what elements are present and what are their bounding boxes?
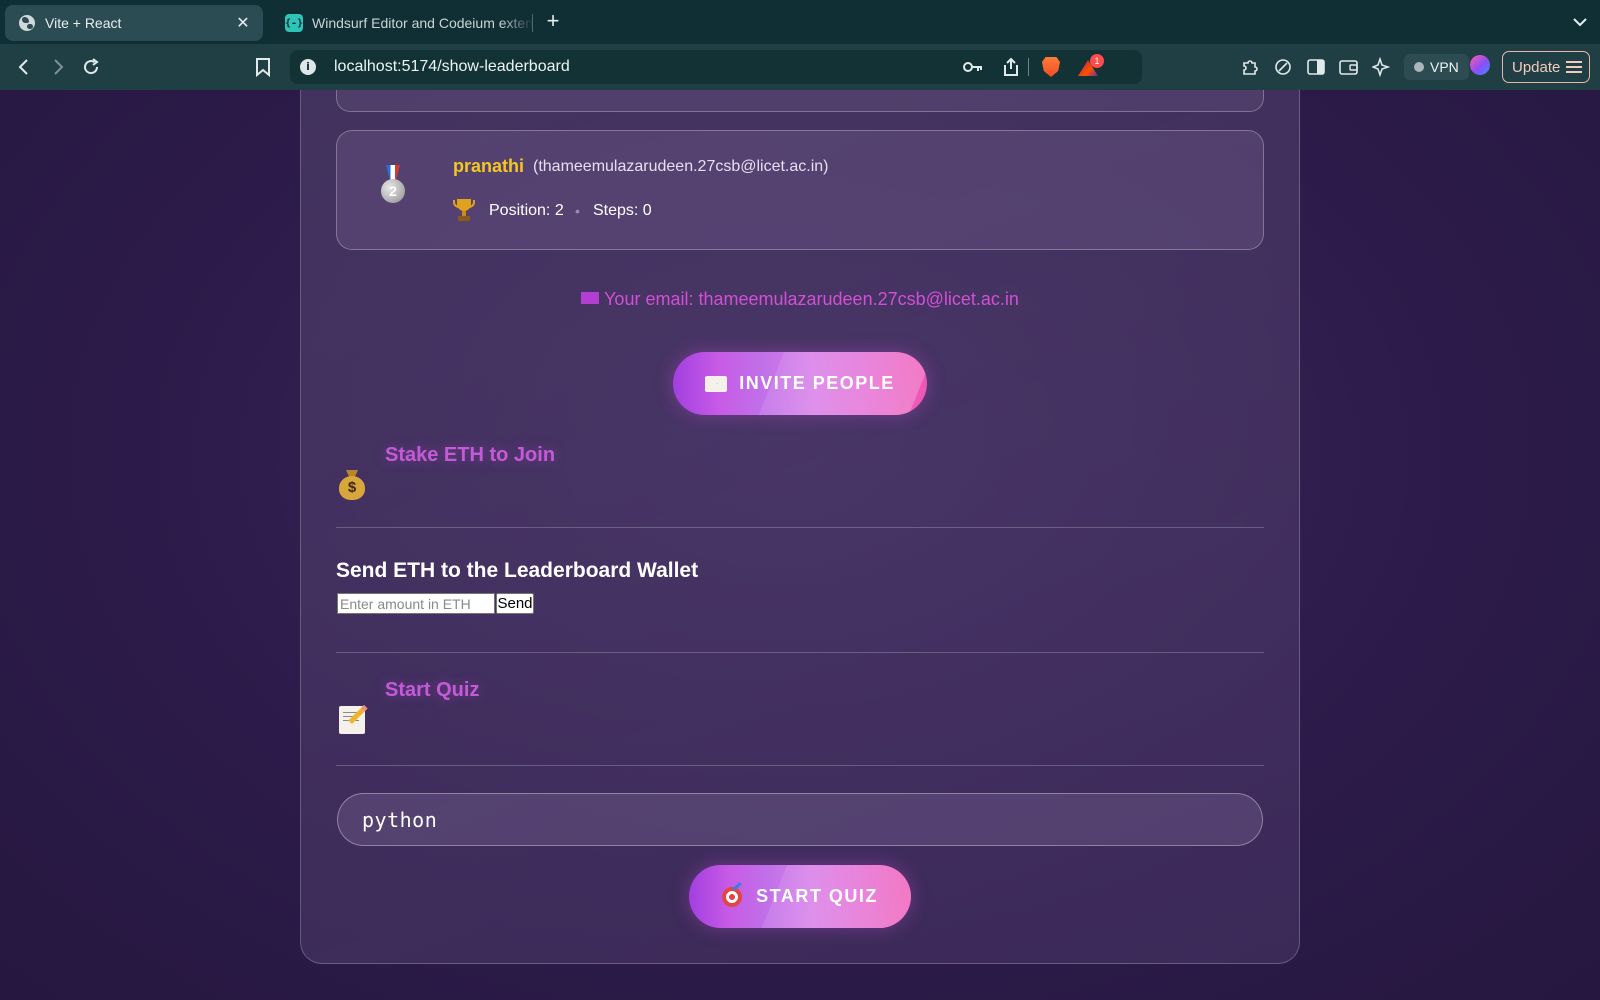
sidebar-toggle-icon[interactable] bbox=[1303, 54, 1329, 80]
vpn-label: VPN bbox=[1430, 59, 1459, 75]
vpn-status-dot-icon bbox=[1414, 62, 1424, 72]
player-steps: Steps: 0 bbox=[593, 202, 652, 219]
memo-icon bbox=[337, 702, 368, 736]
tab-title: Vite + React bbox=[45, 15, 122, 31]
url-bar-divider bbox=[1028, 50, 1029, 84]
section-divider bbox=[336, 652, 1264, 653]
globe-icon bbox=[19, 15, 35, 31]
site-info-icon[interactable]: i bbox=[300, 59, 316, 75]
profile-avatar[interactable] bbox=[1470, 55, 1490, 75]
reload-icon[interactable] bbox=[78, 54, 104, 80]
your-email-text: Your email: thameemulazarudeen.27csb@lic… bbox=[604, 289, 1019, 309]
quiz-topic-input[interactable]: python bbox=[337, 793, 1263, 846]
extensions-puzzle-icon[interactable] bbox=[1237, 54, 1263, 80]
vpn-button[interactable]: VPN bbox=[1404, 54, 1469, 80]
notification-badge: 1 bbox=[1090, 54, 1104, 68]
medal-rank-number: 2 bbox=[381, 179, 405, 203]
invite-button-label: INVITE PEOPLE bbox=[739, 373, 895, 393]
wallet-icon[interactable] bbox=[1336, 54, 1362, 80]
browser-toolbar: i localhost:5174/show-leaderboard 1 VPN bbox=[0, 44, 1600, 90]
bookmark-icon[interactable] bbox=[250, 54, 276, 80]
forward-arrow-icon[interactable] bbox=[45, 54, 71, 80]
key-icon[interactable] bbox=[962, 50, 984, 84]
address-bar[interactable]: i localhost:5174/show-leaderboard 1 bbox=[290, 50, 1142, 84]
envelope-icon bbox=[705, 375, 728, 392]
hamburger-menu-icon bbox=[1566, 61, 1583, 73]
page-viewport: 2 pranathi (thameemulazarudeen.27csb@lic… bbox=[0, 90, 1600, 1000]
back-arrow-icon[interactable] bbox=[11, 54, 37, 80]
stat-separator: • bbox=[575, 203, 580, 219]
update-button[interactable]: Update bbox=[1502, 51, 1590, 83]
sparkle-ai-icon[interactable] bbox=[1369, 54, 1395, 80]
send-button[interactable]: Send bbox=[496, 593, 534, 614]
quiz-section-title: Start Quiz bbox=[385, 679, 480, 701]
update-label: Update bbox=[1512, 58, 1561, 76]
dart-icon bbox=[722, 886, 743, 907]
leaderboard-entry-card: 2 pranathi (thameemulazarudeen.27csb@lic… bbox=[336, 130, 1264, 250]
windsurf-favicon-icon: {-} bbox=[285, 14, 303, 32]
brave-rewards-icon[interactable]: 1 bbox=[1078, 50, 1104, 84]
tab-vite-react[interactable]: Vite + React ✕ bbox=[5, 5, 263, 41]
trophy-icon bbox=[453, 199, 475, 223]
close-icon[interactable]: ✕ bbox=[233, 13, 253, 33]
send-eth-heading: Send ETH to the Leaderboard Wallet bbox=[336, 559, 699, 582]
invite-people-button[interactable]: INVITE PEOPLE bbox=[673, 352, 927, 415]
new-tab-button[interactable]: + bbox=[542, 9, 564, 35]
tab-title: Windsurf Editor and Codeium extensions bbox=[312, 15, 534, 31]
second-place-medal-icon: 2 bbox=[381, 165, 405, 205]
section-divider bbox=[336, 527, 1264, 528]
tab-divider bbox=[532, 14, 533, 32]
leaderboard-card-previous bbox=[336, 90, 1264, 112]
chevron-down-icon[interactable] bbox=[1570, 12, 1590, 32]
share-icon[interactable] bbox=[1002, 50, 1020, 84]
stake-section-title: Stake ETH to Join bbox=[385, 444, 556, 466]
player-email: (thameemulazarudeen.27csb@licet.ac.in) bbox=[533, 158, 829, 175]
start-quiz-label: START QUIZ bbox=[756, 886, 878, 906]
brave-shields-icon[interactable] bbox=[1042, 50, 1060, 84]
your-email-line: Your email: thameemulazarudeen.27csb@lic… bbox=[0, 289, 1600, 310]
browser-tab-bar: Vite + React ✕ {-} Windsurf Editor and C… bbox=[0, 0, 1600, 44]
moneybag-icon: $ bbox=[337, 468, 367, 502]
envelope-icon bbox=[581, 292, 600, 304]
leo-ai-icon[interactable] bbox=[1270, 54, 1296, 80]
start-quiz-button[interactable]: START QUIZ bbox=[689, 865, 911, 928]
section-divider bbox=[336, 765, 1264, 766]
eth-amount-input[interactable] bbox=[337, 593, 495, 614]
player-name: pranathi bbox=[453, 156, 525, 176]
tab-windsurf[interactable]: {-} Windsurf Editor and Codeium extensio… bbox=[272, 5, 534, 41]
url-text[interactable]: localhost:5174/show-leaderboard bbox=[334, 58, 570, 76]
player-position: Position: 2 bbox=[489, 202, 564, 219]
